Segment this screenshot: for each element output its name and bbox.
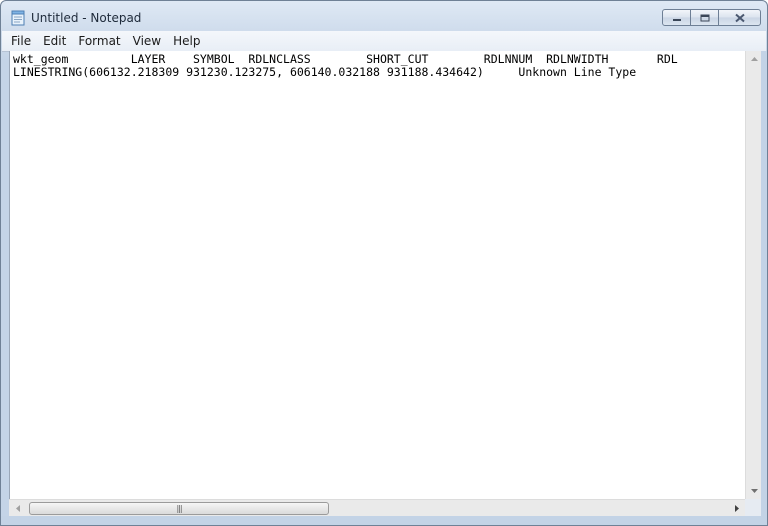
maximize-button[interactable] bbox=[690, 9, 719, 26]
restore-icon bbox=[700, 14, 709, 21]
window-frame-bottom bbox=[1, 516, 767, 525]
chevron-left-icon bbox=[15, 505, 20, 512]
scroll-up-button[interactable] bbox=[746, 51, 762, 67]
notepad-window: Untitled - Notepad File Edit Format View… bbox=[0, 0, 768, 526]
menu-bar: File Edit Format View Help bbox=[2, 31, 766, 52]
scroll-right-button[interactable] bbox=[728, 500, 745, 517]
menu-view[interactable]: View bbox=[127, 32, 167, 50]
close-button[interactable] bbox=[718, 9, 761, 26]
close-icon bbox=[734, 13, 745, 22]
thumb-grip: ||| bbox=[176, 504, 182, 513]
chevron-up-icon bbox=[750, 57, 758, 61]
horizontal-scrollbar[interactable]: ||| bbox=[9, 499, 745, 517]
editor-line: wkt_geom LAYER SYMBOL RDLNCLASS SHORT_CU… bbox=[13, 52, 678, 66]
menu-edit[interactable]: Edit bbox=[37, 32, 72, 50]
text-editor-area[interactable]: wkt_geom LAYER SYMBOL RDLNCLASS SHORT_CU… bbox=[9, 51, 746, 499]
scroll-left-button[interactable] bbox=[9, 500, 26, 517]
menu-format[interactable]: Format bbox=[72, 32, 126, 50]
minimize-icon bbox=[672, 18, 681, 21]
caption-buttons bbox=[662, 9, 761, 27]
scroll-down-button[interactable] bbox=[746, 483, 762, 499]
minimize-button[interactable] bbox=[662, 9, 691, 26]
chevron-down-icon bbox=[750, 489, 758, 493]
editor-text[interactable]: wkt_geom LAYER SYMBOL RDLNCLASS SHORT_CU… bbox=[13, 53, 678, 79]
chevron-right-icon bbox=[734, 505, 739, 512]
window-title: Untitled - Notepad bbox=[31, 11, 142, 25]
editor-line: LINESTRING(606132.218309 931230.123275, … bbox=[13, 65, 637, 79]
notepad-icon bbox=[11, 10, 25, 26]
title-bar[interactable]: Untitled - Notepad bbox=[1, 1, 767, 31]
horizontal-scroll-thumb[interactable]: ||| bbox=[29, 502, 329, 515]
menu-file[interactable]: File bbox=[5, 32, 37, 50]
scrollbar-corner bbox=[745, 499, 761, 516]
vertical-scrollbar[interactable] bbox=[745, 51, 762, 499]
window-frame-right bbox=[761, 51, 767, 517]
menu-help[interactable]: Help bbox=[167, 32, 206, 50]
